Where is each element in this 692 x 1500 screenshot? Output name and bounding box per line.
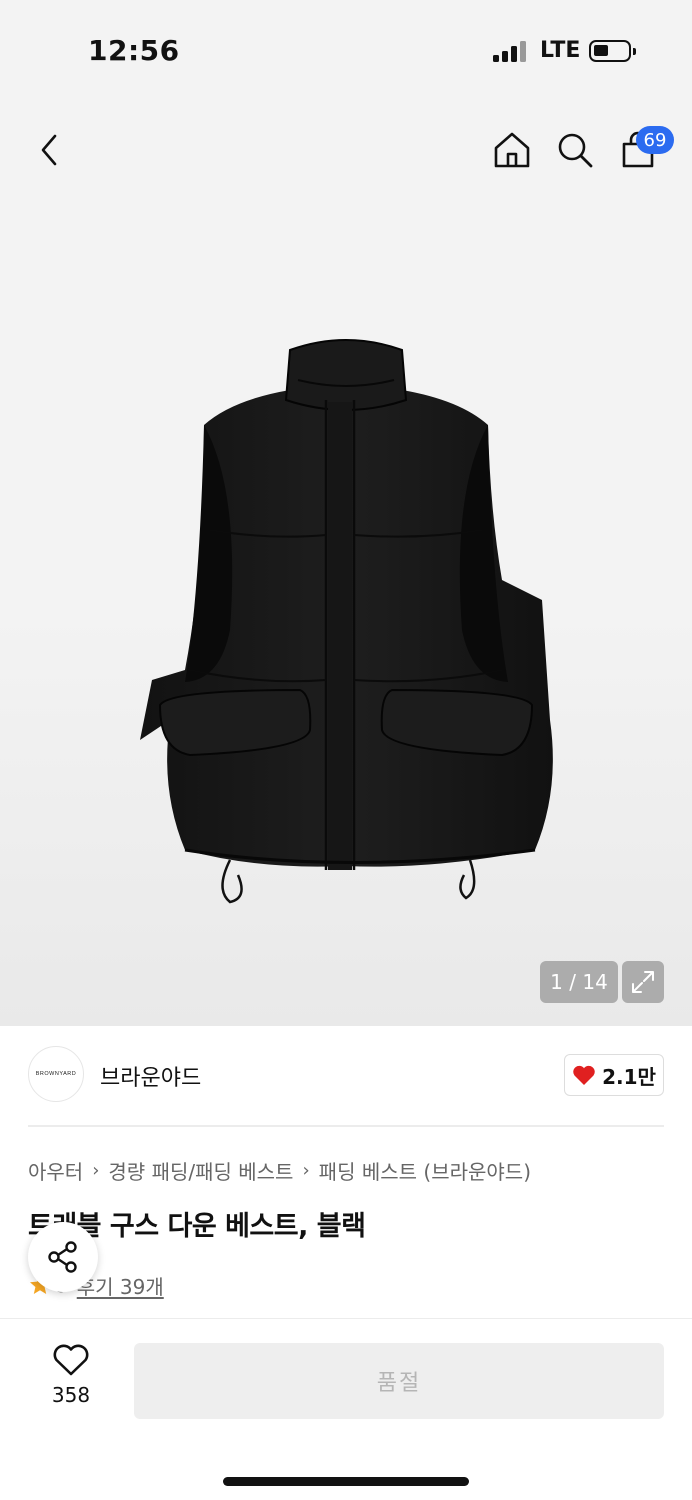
- breadcrumb: 아우터 › 경량 패딩/패딩 베스트 › 패딩 베스트 (브라운야드): [28, 1156, 531, 1185]
- signal-icon: [493, 40, 527, 62]
- brand-like-count: 2.1만: [602, 1064, 656, 1089]
- search-icon: [558, 133, 593, 168]
- chevron-right-icon: ›: [92, 1160, 100, 1181]
- status-bar: 12:56 LTE: [0, 0, 692, 100]
- brand-row: BROWNYARD 브라운야드 2.1만: [28, 1046, 664, 1104]
- expand-image-button[interactable]: [622, 961, 664, 1003]
- chevron-left-icon: [41, 134, 57, 166]
- wishlist-count: 358: [51, 1383, 91, 1407]
- home-button[interactable]: [486, 124, 538, 176]
- heart-outline-icon: [53, 1344, 89, 1376]
- wishlist-button[interactable]: 358: [36, 1343, 106, 1421]
- heart-filled-icon: [573, 1065, 595, 1085]
- breadcrumb-item[interactable]: 경량 패딩/패딩 베스트: [108, 1156, 293, 1185]
- bottom-action-bar: 358 품절: [0, 1318, 692, 1500]
- back-button[interactable]: [24, 124, 76, 176]
- sold-out-button[interactable]: 품절: [134, 1343, 664, 1419]
- top-nav: 69: [0, 120, 692, 184]
- share-icon: [48, 1241, 77, 1273]
- cart-count-badge: 69: [636, 126, 674, 154]
- battery-icon: [589, 40, 636, 62]
- product-photo[interactable]: [130, 330, 562, 910]
- search-button[interactable]: [549, 124, 601, 176]
- home-indicator: [223, 1477, 469, 1486]
- brand-logo[interactable]: BROWNYARD: [28, 1046, 84, 1102]
- expand-icon: [632, 971, 654, 993]
- divider: [28, 1125, 664, 1127]
- chevron-right-icon: ›: [302, 1160, 310, 1181]
- brand-name[interactable]: 브라운야드: [100, 1060, 201, 1092]
- product-image-gallery[interactable]: 12:56 LTE 69 1 / 14: [0, 0, 692, 1026]
- breadcrumb-item[interactable]: 패딩 베스트 (브라운야드): [319, 1156, 531, 1185]
- image-pager: 1 / 14: [540, 961, 618, 1003]
- breadcrumb-item[interactable]: 아우터: [28, 1156, 83, 1185]
- brand-like-button[interactable]: 2.1만: [564, 1054, 664, 1096]
- share-button[interactable]: [28, 1222, 98, 1292]
- home-icon: [494, 132, 530, 168]
- network-type: LTE: [540, 38, 581, 63]
- status-time: 12:56: [88, 34, 180, 67]
